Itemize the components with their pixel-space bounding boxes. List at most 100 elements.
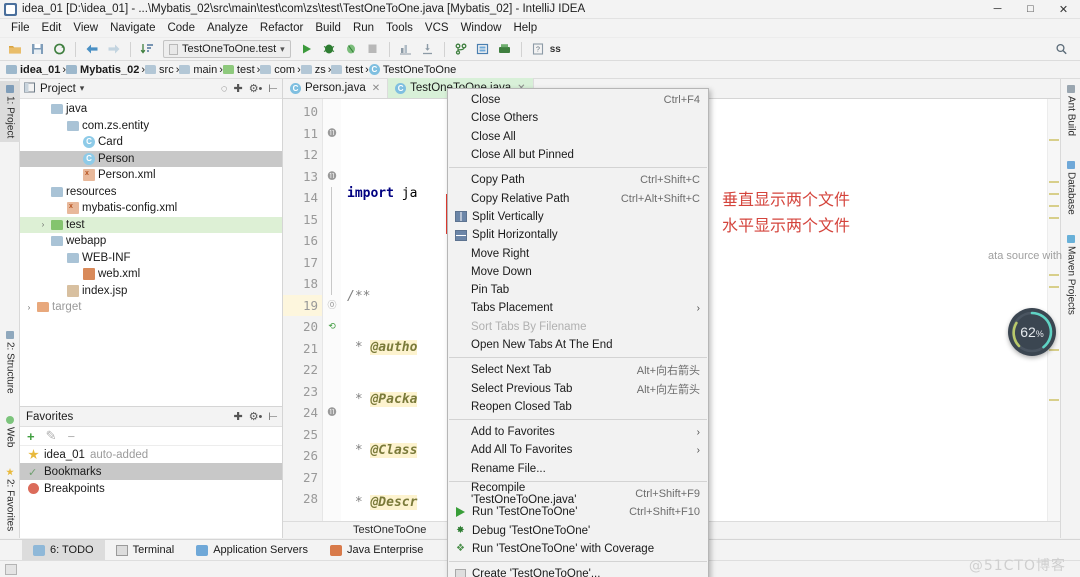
menu-item-pin-tab[interactable]: Pin Tab [448, 281, 708, 299]
tree-node-web-inf[interactable]: ⱟWEB-INF [20, 250, 282, 267]
line-number[interactable]: 26 [283, 445, 322, 467]
menu-item-tabs-placement[interactable]: Tabs Placement› [448, 299, 708, 317]
breadcrumb-item-idea-01[interactable]: idea_01 [6, 64, 62, 76]
menu-item-tools[interactable]: Tools [380, 21, 419, 35]
statusbar-item-terminal[interactable]: Terminal [105, 540, 186, 561]
tree-node-java[interactable]: ⱟjava [20, 101, 282, 118]
menu-item-window[interactable]: Window [455, 21, 508, 35]
menu-item-move-down[interactable]: Move Down [448, 263, 708, 281]
menu-item-select-previous-tab[interactable]: Select Previous TabAlt+向左箭头 [448, 379, 708, 397]
menu-item-select-next-tab[interactable]: Select Next TabAlt+向右箭头 [448, 361, 708, 379]
attach-icon[interactable] [418, 40, 438, 59]
footer-toggle-icon[interactable] [5, 564, 17, 575]
run-gutter-icon[interactable]: ⟲ [323, 316, 341, 338]
menu-item-split-horizontally[interactable]: Split Horizontally [448, 226, 708, 244]
line-number[interactable]: 18 [283, 273, 322, 295]
settings-gear-icon[interactable]: ⚙• [249, 410, 263, 423]
editor-tab-person-java[interactable]: CPerson.java✕ [283, 78, 388, 98]
line-number[interactable]: 21 [283, 338, 322, 360]
run-configuration-selector[interactable]: TestOneToOne.test ▾ [163, 40, 291, 58]
menu-item-build[interactable]: Build [309, 21, 347, 35]
profile-icon[interactable] [396, 40, 416, 59]
hide-icon[interactable]: ⊢ [268, 410, 278, 423]
menu-item-edit[interactable]: Edit [36, 21, 68, 35]
tree-expand-arrow[interactable]: › [38, 220, 48, 229]
close-icon[interactable]: ✕ [372, 83, 380, 94]
sidebar-item-maven-projects[interactable]: Maven Projects [1061, 231, 1080, 319]
sidebar-item-favorites[interactable]: 2: Favorites [0, 464, 20, 535]
chevron-down-icon[interactable]: ▾ [80, 83, 85, 94]
breadcrumb-item-src[interactable]: src [145, 64, 176, 76]
add-icon[interactable]: + [27, 429, 35, 444]
tree-node-webapp[interactable]: ⱟwebapp [20, 233, 282, 250]
statusbar-item-java-enterprise[interactable]: Java Enterprise [319, 540, 434, 561]
line-number[interactable]: 11 [283, 123, 322, 145]
fold-marker[interactable]: ⓫ [323, 402, 341, 424]
sidebar-item-web[interactable]: Web [0, 412, 20, 451]
vcs-push-icon[interactable] [495, 40, 515, 59]
line-number[interactable]: 27 [283, 467, 322, 489]
line-number[interactable]: 19 [283, 295, 322, 317]
favorites-item-bookmarks[interactable]: ✓Bookmarks [20, 463, 282, 480]
menu-item-close-others[interactable]: Close Others [448, 109, 708, 127]
hide-icon[interactable]: ⊢ [268, 82, 278, 95]
target-icon[interactable]: ✚ [233, 410, 242, 423]
menu-item-run-testonetoone-with-coverage[interactable]: ❖Run 'TestOneToOne' with Coverage [448, 540, 708, 558]
menu-item-copy-relative-path[interactable]: Copy Relative PathCtrl+Alt+Shift+C [448, 189, 708, 207]
back-arrow-icon[interactable] [82, 40, 102, 59]
menu-item-vcs[interactable]: VCS [419, 21, 455, 35]
menu-item-view[interactable]: View [67, 21, 104, 35]
progress-indicator[interactable]: 62% [1008, 308, 1056, 356]
menu-item-close-all[interactable]: Close All [448, 128, 708, 146]
tree-node-card[interactable]: CCard [20, 134, 282, 151]
menu-item-reopen-closed-tab[interactable]: Reopen Closed Tab [448, 398, 708, 416]
tree-expand-arrow[interactable]: ⱟ [38, 237, 48, 246]
vcs-commit-icon[interactable] [473, 40, 493, 59]
line-number[interactable]: 16 [283, 230, 322, 252]
stop-icon[interactable] [363, 40, 383, 59]
remove-icon[interactable]: − [68, 429, 76, 444]
line-number[interactable]: 25 [283, 424, 322, 446]
tree-node-mybatis-config-xml[interactable]: mybatis-config.xml [20, 200, 282, 217]
tree-node-com-zs-entity[interactable]: ⱟcom.zs.entity [20, 118, 282, 135]
settings-gear-icon[interactable]: ⚙• [249, 82, 263, 95]
menu-item-close[interactable]: CloseCtrl+F4 [448, 91, 708, 109]
line-number[interactable]: 17 [283, 252, 322, 274]
favorites-list[interactable]: idea_01auto-added✓BookmarksBreakpoints [20, 446, 282, 497]
menu-item-copy-path[interactable]: Copy PathCtrl+Shift+C [448, 171, 708, 189]
help-icon[interactable]: ? [528, 40, 548, 59]
statusbar-item-application-servers[interactable]: Application Servers [185, 540, 319, 561]
line-number[interactable]: 10 [283, 101, 322, 123]
tree-expand-arrow[interactable]: ⱟ [54, 121, 64, 130]
breadcrumb-item-zs[interactable]: zs [301, 64, 328, 76]
sync-icon[interactable] [49, 40, 69, 59]
minimize-button[interactable]: ─ [981, 0, 1014, 19]
breadcrumb-item-test[interactable]: test [223, 64, 257, 76]
menu-item-rename-file[interactable]: Rename File... [448, 460, 708, 478]
close-button[interactable]: ✕ [1047, 0, 1080, 19]
vcs-update-icon[interactable] [451, 40, 471, 59]
breadcrumb-item-testonetoone[interactable]: CTestOneToOne [369, 64, 458, 76]
sidebar-item-project[interactable]: 1: Project [0, 81, 20, 142]
tree-expand-arrow[interactable]: › [24, 303, 34, 312]
menu-item-code[interactable]: Code [161, 21, 201, 35]
target-icon[interactable]: ✚ [233, 82, 242, 95]
sidebar-item-database[interactable]: Database [1061, 157, 1080, 219]
tree-node-person[interactable]: CPerson [20, 151, 282, 168]
menu-item-create-testonetoone[interactable]: Create 'TestOneToOne'... [448, 565, 708, 577]
fold-marker[interactable]: ⓪ [323, 295, 341, 317]
line-number[interactable]: 20 [283, 316, 322, 338]
tree-node-test[interactable]: ›test [20, 217, 282, 234]
breadcrumb-item-com[interactable]: com [260, 64, 297, 76]
menu-item-run[interactable]: Run [347, 21, 380, 35]
line-number[interactable]: 23 [283, 381, 322, 403]
menu-item-refactor[interactable]: Refactor [254, 21, 309, 35]
favorites-item-idea_01[interactable]: idea_01auto-added [20, 446, 282, 463]
menu-item-debug-testonetoone[interactable]: ✸Debug 'TestOneToOne' [448, 522, 708, 540]
menu-item-move-right[interactable]: Move Right [448, 244, 708, 262]
breadcrumb-item-main[interactable]: main [179, 64, 219, 76]
menu-item-add-to-favorites[interactable]: Add to Favorites› [448, 423, 708, 441]
tab-context-menu[interactable]: CloseCtrl+F4Close OthersClose AllClose A… [447, 88, 709, 577]
fold-gutter[interactable]: ⓫ ⓫ ⓪ ⟲ ⓫ [323, 99, 341, 521]
sidebar-item-structure[interactable]: 2: Structure [0, 327, 20, 398]
